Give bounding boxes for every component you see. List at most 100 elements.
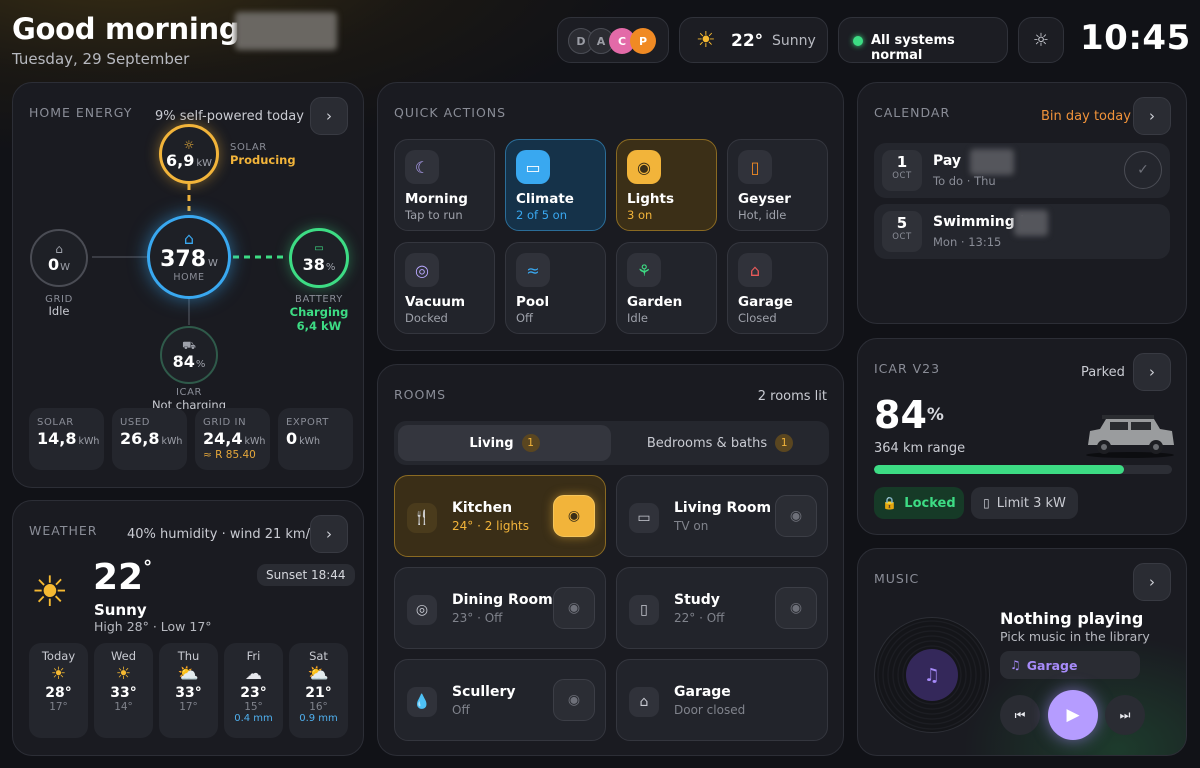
event-title-redacted — [970, 149, 1014, 175]
room-card-garage[interactable]: ⌂ Garage Door closed — [616, 659, 828, 741]
forecast-day[interactable]: Thu ⛅ 33° 17° — [159, 643, 218, 738]
room-name: Kitchen — [452, 500, 513, 516]
icar-value: 84 — [172, 351, 195, 371]
calendar-event[interactable]: 1 OCT Pay To do · Thu ✓ — [874, 143, 1170, 198]
partly-cloudy-icon: ⛅ — [307, 664, 330, 684]
battery-node[interactable]: ▭ 38% — [289, 228, 349, 288]
forecast-rain: 0.4 mm — [234, 713, 273, 724]
weather-chip-temp: 22° — [731, 31, 764, 51]
quick-action-title: Geyser — [738, 191, 791, 207]
car-image — [1086, 415, 1174, 458]
forecast-low: 17° — [49, 701, 68, 713]
home-node[interactable]: ⌂ 378 W HOME — [147, 215, 231, 299]
forecast-high: 23° — [240, 685, 267, 701]
car-lock-button[interactable]: 🔒 Locked — [874, 487, 964, 519]
weather-chip[interactable]: ☀ 22° Sunny — [679, 17, 828, 63]
chevron-right-icon: › — [326, 525, 332, 543]
forecast-low: 17° — [179, 701, 198, 713]
current-temp: 22° — [93, 557, 152, 598]
solar-label: SOLAR — [230, 142, 267, 153]
quick-action-pool[interactable]: ≈ Pool Off — [505, 242, 606, 334]
weather-open-button[interactable]: › — [310, 515, 348, 553]
quick-action-garden[interactable]: ⚘ Garden Idle — [616, 242, 717, 334]
vacuum-icon: ◎ — [405, 253, 439, 287]
room-card-study[interactable]: ▯ Study 22° · Off ◉ — [616, 567, 828, 649]
tab-label: Living — [469, 435, 514, 451]
forecast-day[interactable]: Fri ☁ 23° 15° 0.4 mm — [224, 643, 283, 738]
stat-value: 24,4 — [203, 429, 243, 448]
current-temp-value: 22 — [93, 557, 144, 598]
mark-done-button[interactable]: ✓ — [1124, 151, 1162, 189]
theme-toggle-button[interactable]: ☼ — [1018, 17, 1064, 63]
quick-action-vacuum[interactable]: ◎ Vacuum Docked — [394, 242, 495, 334]
forecast-high: 21° — [305, 685, 332, 701]
quick-action-morning[interactable]: ☾ Morning Tap to run — [394, 139, 495, 231]
room-card-dining-room[interactable]: ◎ Dining Room 23° · Off ◉ — [394, 567, 606, 649]
plug-icon: ▯ — [983, 496, 990, 510]
calendar-event[interactable]: 5 OCT Swimming | Mon · 13:15 — [874, 204, 1170, 259]
charge-limit-button[interactable]: ▯ Limit 3 kW — [971, 487, 1078, 519]
music-open-button[interactable]: › — [1133, 563, 1171, 601]
car-battery-bar — [874, 465, 1172, 474]
quick-action-lights[interactable]: ◉ Lights 3 on — [616, 139, 717, 231]
room-card-kitchen[interactable]: 🍴 Kitchen 24° · 2 lights ◉ — [394, 475, 606, 557]
quick-action-status: Idle — [627, 311, 648, 325]
speaker-select[interactable]: ♫ Garage — [1000, 651, 1140, 679]
stat-export: EXPORT 0 kWh — [278, 408, 353, 470]
forecast-day[interactable]: Sat ⛅ 21° 16° 0.9 mm — [289, 643, 348, 738]
household-members[interactable]: D A C P — [557, 17, 669, 63]
previous-track-button[interactable]: ⏮ — [1000, 695, 1040, 735]
forecast-low: 14° — [114, 701, 133, 713]
calendar-open-button[interactable]: › — [1133, 97, 1171, 135]
forecast-day[interactable]: Today ☀ 28° 17° — [29, 643, 88, 738]
quick-action-garage[interactable]: ⌂ Garage Closed — [727, 242, 828, 334]
stat-solar: SOLAR 14,8 kWh — [29, 408, 104, 470]
icar-unit: % — [195, 358, 206, 370]
room-light-toggle[interactable]: ◉ — [775, 587, 817, 629]
room-card-scullery[interactable]: 💧 Scullery Off ◉ — [394, 659, 606, 741]
quick-action-title: Garden — [627, 294, 683, 310]
room-light-toggle[interactable]: ◉ — [553, 495, 595, 537]
room-name: Study — [674, 592, 720, 608]
grid-node[interactable]: ⌂ 0W — [30, 229, 88, 287]
room-light-toggle[interactable]: ◉ — [775, 495, 817, 537]
check-icon: ✓ — [1137, 162, 1149, 178]
system-status-chip[interactable]: All systems normal — [838, 17, 1008, 63]
quick-action-title: Vacuum — [405, 294, 466, 310]
room-card-living-room[interactable]: ▭ Living Room TV on ◉ — [616, 475, 828, 557]
event-title-redacted — [1014, 210, 1048, 236]
forecast-rain: 0.9 mm — [299, 713, 338, 724]
icar-node[interactable]: ⛟ 84% — [160, 326, 218, 384]
forecast-high: 33° — [175, 685, 202, 701]
event-month: OCT — [892, 171, 912, 181]
avatar[interactable]: P — [630, 28, 656, 54]
solar-node[interactable]: ☼ 6,9 kW — [159, 124, 219, 184]
quick-action-title: Morning — [405, 191, 468, 207]
car-open-button[interactable]: › — [1133, 353, 1171, 391]
ac-icon: ▭ — [516, 150, 550, 184]
play-button[interactable]: ▶ — [1048, 690, 1098, 740]
stat-label: SOLAR — [37, 417, 74, 428]
car-lock-label: Locked — [904, 495, 956, 511]
room-status: 23° · Off — [452, 611, 503, 625]
user-name-redacted — [235, 12, 337, 50]
quick-action-climate[interactable]: ▭ Climate 2 of 5 on — [505, 139, 606, 231]
current-date: Tuesday, 29 September — [12, 50, 190, 68]
tab-living[interactable]: Living 1 — [398, 425, 611, 461]
battery-power: 6,4 kW — [296, 319, 342, 333]
quick-action-geyser[interactable]: ▯ Geyser Hot, idle — [727, 139, 828, 231]
bulb-icon: ◉ — [789, 600, 803, 616]
forecast-day[interactable]: Wed ☀ 33° 14° — [94, 643, 153, 738]
room-light-toggle[interactable]: ◉ — [553, 587, 595, 629]
tab-bedrooms-baths[interactable]: Bedrooms & baths 1 — [614, 425, 826, 461]
forecast-day-name: Fri — [246, 649, 261, 663]
quick-action-status: 2 of 5 on — [516, 208, 568, 222]
next-track-button[interactable]: ⏭ — [1105, 695, 1145, 735]
garage-icon: ⌂ — [738, 253, 772, 287]
degree-symbol: ° — [143, 557, 153, 578]
room-light-toggle[interactable]: ◉ — [553, 679, 595, 721]
vinyl-disc: ♫ — [874, 617, 990, 733]
tv-icon: ▭ — [629, 503, 659, 533]
stat-value: 0 — [286, 429, 298, 448]
moon-icon: ☾ — [405, 150, 439, 184]
